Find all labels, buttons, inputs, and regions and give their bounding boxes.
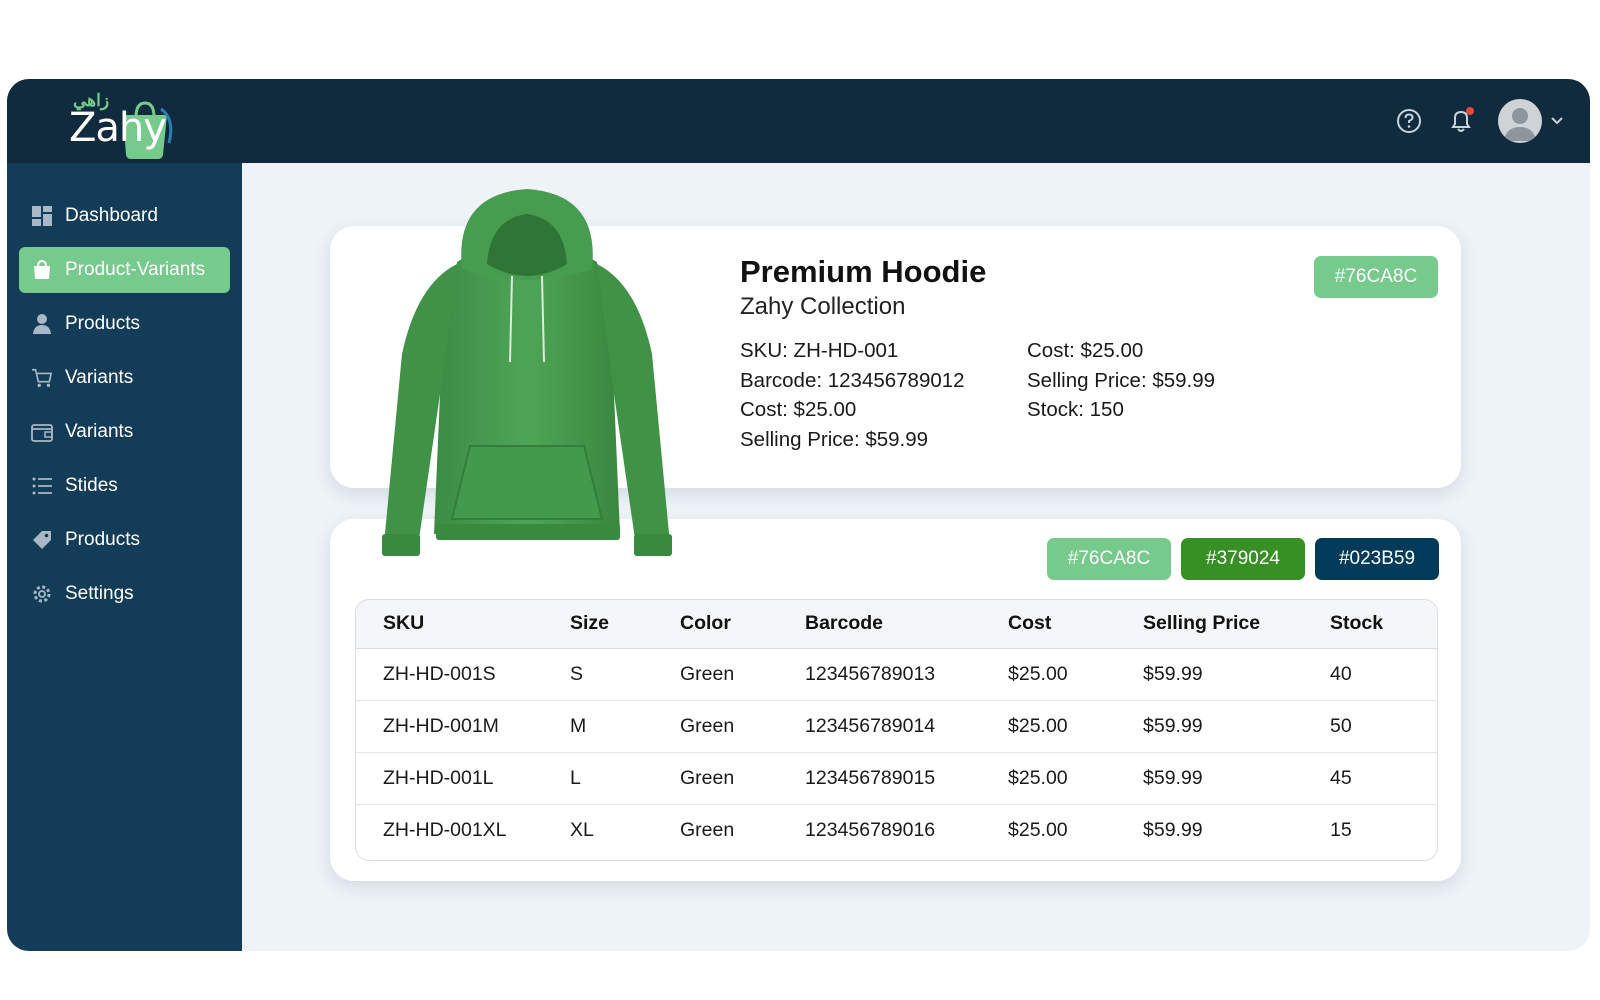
cell-barcode: 123456789015: [805, 752, 1008, 805]
list-icon: [31, 475, 53, 497]
sidebar-item-stides[interactable]: Stides: [19, 463, 230, 509]
cell-selling-price: $59.99: [1143, 648, 1330, 701]
cart-icon: [31, 367, 53, 389]
sidebar-item-product-variants[interactable]: Product-Variants: [19, 247, 230, 293]
column-header-sku[interactable]: SKU: [356, 600, 570, 649]
cell-barcode: 123456789013: [805, 648, 1008, 701]
cell-size: L: [570, 752, 680, 805]
cell-selling-price: $59.99: [1143, 700, 1330, 753]
sidebar-item-variants[interactable]: Variants: [19, 355, 230, 401]
table-row[interactable]: ZH-HD-001S S Green 123456789013 $25.00 $…: [356, 648, 1437, 701]
product-stock: Stock: 150: [1027, 398, 1124, 421]
tag-icon: [31, 529, 53, 551]
hoodie-product-image: [382, 189, 672, 556]
user-icon: [31, 313, 53, 335]
sidebar-item-label: Variants: [65, 367, 134, 388]
product-cost-2: Cost: $25.00: [1027, 339, 1144, 362]
column-header-cost[interactable]: Cost: [1008, 600, 1143, 649]
cell-size: S: [570, 648, 680, 701]
sidebar-item-settings[interactable]: Settings: [19, 571, 230, 617]
sidebar-item-label: Product-Variants: [65, 259, 206, 280]
zahy-logo[interactable]: زاهي Zahy: [69, 85, 179, 161]
table-header-row: SKU Size Color Barcode Cost Selling Pric…: [356, 600, 1437, 649]
column-header-barcode[interactable]: Barcode: [805, 600, 1008, 649]
cell-selling-price: $59.99: [1143, 752, 1330, 805]
user-menu[interactable]: [1498, 99, 1564, 143]
sidebar: Dashboard Product-Variants Products Vari…: [7, 163, 242, 951]
avatar[interactable]: [1498, 99, 1542, 143]
cell-size: XL: [570, 818, 594, 841]
table-row[interactable]: ZH-HD-001L L Green 123456789015 $25.00 $…: [356, 752, 1437, 805]
cell-cost: $25.00: [1008, 700, 1143, 753]
sidebar-item-label: Products: [65, 313, 140, 334]
app-window: زاهي Zahy Dashboard Product-Variants Pro…: [7, 79, 1590, 951]
sidebar-item-variants-2[interactable]: Variants: [19, 409, 230, 455]
cell-cost: $25.00: [1008, 818, 1068, 841]
cell-stock: 50: [1330, 700, 1437, 753]
cell-sku: ZH-HD-001S: [356, 648, 570, 701]
column-header-selling-price[interactable]: Selling Price: [1143, 600, 1330, 649]
gear-icon: [31, 583, 53, 605]
product-collection: Zahy Collection: [740, 293, 906, 320]
sidebar-item-label: Settings: [65, 583, 134, 604]
wallet-icon: [31, 421, 53, 443]
product-barcode: Barcode: 123456789012: [740, 368, 965, 392]
dashboard-icon: [31, 205, 53, 227]
sidebar-item-label: Products: [65, 529, 140, 550]
bell-icon[interactable]: [1446, 106, 1476, 136]
column-header-color[interactable]: Color: [680, 600, 805, 649]
cell-sku: ZH-HD-001M: [356, 700, 570, 753]
chevron-down-icon[interactable]: [1550, 116, 1564, 126]
sidebar-item-label: Variants: [65, 421, 134, 442]
color-chip-light-green[interactable]: #76CA8C: [1047, 538, 1171, 580]
color-chip-navy[interactable]: #023B59: [1315, 538, 1439, 580]
cell-selling-price: $59.99: [1143, 818, 1203, 841]
product-cost: Cost: $25.00: [740, 398, 857, 421]
sidebar-item-products[interactable]: Products: [19, 301, 230, 347]
product-details-right: Cost: $25.00 Selling Price: $59.99 Stock…: [1027, 336, 1215, 425]
cell-barcode: 123456789014: [805, 700, 1008, 753]
cell-sku: ZH-HD-001L: [356, 752, 570, 805]
notification-dot: [1466, 107, 1474, 115]
cell-size: M: [570, 700, 680, 753]
column-header-size[interactable]: Size: [570, 600, 680, 649]
help-icon[interactable]: [1394, 106, 1424, 136]
cell-stock: 15: [1330, 818, 1352, 841]
cell-cost: $25.00: [1008, 648, 1143, 701]
logo-text: Zahy: [69, 105, 167, 151]
top-bar: زاهي Zahy: [7, 79, 1590, 163]
product-title: Premium Hoodie: [740, 254, 987, 289]
color-chip-primary[interactable]: #76CA8C: [1314, 256, 1438, 298]
cell-sku: ZH-HD-001XL: [383, 818, 507, 841]
cell-barcode: 123456789016: [805, 818, 936, 841]
variants-table: SKU Size Color Barcode Cost Selling Pric…: [355, 599, 1438, 861]
column-header-stock[interactable]: Stock: [1330, 600, 1437, 649]
sidebar-item-label: Dashboard: [65, 205, 158, 226]
top-actions: [1394, 97, 1564, 145]
color-chip-dark-green[interactable]: #379024: [1181, 538, 1305, 580]
sidebar-item-products-2[interactable]: Products: [19, 517, 230, 563]
cell-color: Green: [680, 818, 735, 841]
cell-color: Green: [680, 752, 805, 805]
cell-color: Green: [680, 700, 805, 753]
cell-cost: $25.00: [1008, 752, 1143, 805]
product-sku: SKU: ZH-HD-001: [740, 339, 899, 362]
shopping-bag-icon: [31, 259, 53, 281]
sidebar-item-label: Stides: [65, 475, 118, 496]
table-row[interactable]: ZH-HD-001M M Green 123456789014 $25.00 $…: [356, 700, 1437, 753]
cell-color: Green: [680, 648, 805, 701]
cell-stock: 40: [1330, 648, 1437, 701]
table-row[interactable]: ZH-HD-001XL XL Green 123456789016 $25.00…: [356, 804, 1437, 856]
product-selling-price-2: Selling Price: $59.99: [1027, 368, 1216, 392]
cell-stock: 45: [1330, 752, 1437, 805]
sidebar-item-dashboard[interactable]: Dashboard: [19, 193, 230, 239]
product-selling-price: Selling Price: $59.99: [740, 427, 929, 451]
product-details-left: SKU: ZH-HD-001 Barcode: 123456789012 Cos…: [740, 336, 965, 454]
